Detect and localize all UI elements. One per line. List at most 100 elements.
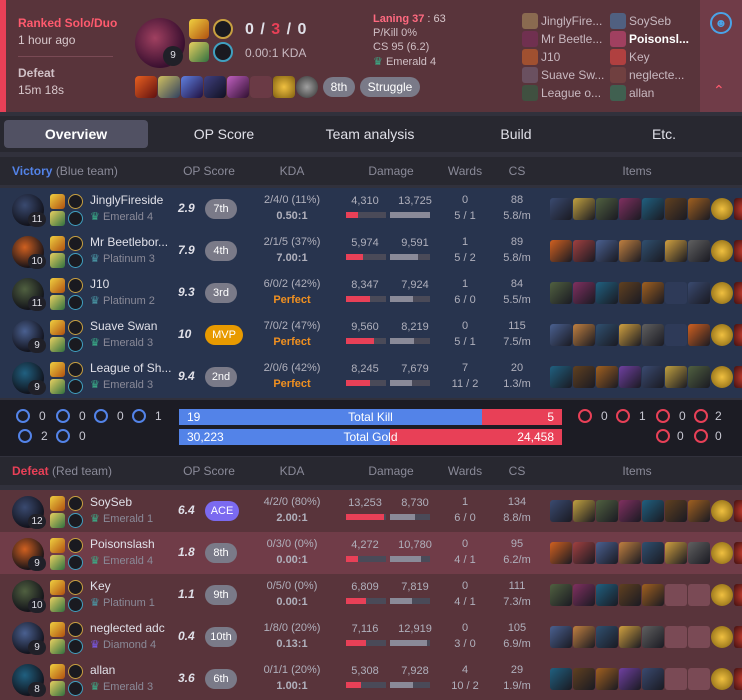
tab-op-score[interactable]: OP Score xyxy=(152,120,296,148)
item-icon[interactable] xyxy=(665,542,687,564)
tab-build[interactable]: Build xyxy=(444,120,588,148)
item-icon[interactable] xyxy=(596,626,618,648)
summoner-spell-icon[interactable] xyxy=(50,513,65,528)
item-icon[interactable] xyxy=(619,542,641,564)
summoner-spell-icon[interactable] xyxy=(50,538,65,553)
item-icon[interactable] xyxy=(573,240,595,262)
summoner-spell-icon[interactable] xyxy=(50,555,65,570)
item-icon[interactable] xyxy=(642,324,664,346)
secondary-rune-icon[interactable] xyxy=(68,639,83,654)
player-row[interactable]: 10 Key ♛ Platinum 1 1.1 9th 0/5/0 (0%) 0… xyxy=(0,574,742,616)
summoner-spell-icon[interactable] xyxy=(50,496,65,511)
keystone-rune-icon[interactable] xyxy=(68,278,83,293)
summoner-name[interactable]: JinglyFireside xyxy=(90,193,172,207)
participant-link[interactable]: Key xyxy=(610,49,698,67)
item-icon[interactable] xyxy=(619,282,641,304)
keystone-rune-icon[interactable] xyxy=(68,664,83,679)
item-icon[interactable] xyxy=(596,542,618,564)
trinket-icon[interactable] xyxy=(711,366,733,388)
player-row[interactable]: 8 allan ♛ Emerald 3 3.6 6th 0/1/1 (20%) … xyxy=(0,658,742,700)
keystone-rune-icon[interactable] xyxy=(68,320,83,335)
item-icon[interactable] xyxy=(619,668,641,690)
item-icon[interactable] xyxy=(550,198,572,220)
chevron-up-icon[interactable]: ⌃ xyxy=(713,82,725,99)
tab-overview[interactable]: Overview xyxy=(4,120,148,148)
item-icon[interactable] xyxy=(688,542,710,564)
item-icon[interactable] xyxy=(619,240,641,262)
summoner-spell-icon[interactable] xyxy=(50,362,65,377)
trinket-icon[interactable] xyxy=(711,584,733,606)
item-icon[interactable] xyxy=(596,584,618,606)
item-icon[interactable] xyxy=(688,240,710,262)
item-icon[interactable] xyxy=(665,366,687,388)
keystone-rune-icon[interactable] xyxy=(68,538,83,553)
item-icon[interactable] xyxy=(596,366,618,388)
item-icon[interactable] xyxy=(573,198,595,220)
secondary-rune-icon[interactable] xyxy=(68,513,83,528)
secondary-rune-icon[interactable] xyxy=(68,379,83,394)
item-icon[interactable] xyxy=(688,198,710,220)
item-icon[interactable] xyxy=(642,542,664,564)
item-icon[interactable] xyxy=(550,324,572,346)
summoner-spell-icon[interactable] xyxy=(50,194,65,209)
item-icon[interactable] xyxy=(227,76,249,98)
keystone-rune-icon[interactable] xyxy=(68,362,83,377)
summoner-spell-icon[interactable] xyxy=(50,236,65,251)
item-icon[interactable] xyxy=(135,76,157,98)
tab-etc[interactable]: Etc. xyxy=(592,120,736,148)
player-row[interactable]: 12 SoySeb ♛ Emerald 1 6.4 ACE 4/2/0 (80%… xyxy=(0,490,742,532)
summoner-name[interactable]: Poisonslash xyxy=(90,537,172,551)
player-row[interactable]: 9 neglected adc ♛ Diamond 4 0.4 10th 1/8… xyxy=(0,616,742,658)
item-icon[interactable] xyxy=(596,668,618,690)
item-icon[interactable] xyxy=(642,584,664,606)
summoner-spell-icon[interactable] xyxy=(50,622,65,637)
item-icon[interactable] xyxy=(573,366,595,388)
item-icon[interactable] xyxy=(642,198,664,220)
trinket-icon[interactable] xyxy=(711,626,733,648)
item-icon[interactable] xyxy=(619,198,641,220)
item-icon[interactable] xyxy=(665,198,687,220)
item-icon[interactable] xyxy=(665,500,687,522)
item-icon[interactable] xyxy=(642,668,664,690)
participant-link-self[interactable]: Poisonsl... xyxy=(610,31,698,49)
summoner-name[interactable]: allan xyxy=(90,663,172,677)
item-icon[interactable] xyxy=(550,626,572,648)
secondary-rune-icon[interactable] xyxy=(68,681,83,696)
item-icon[interactable] xyxy=(642,282,664,304)
summoner-spell-icon[interactable] xyxy=(50,379,65,394)
trinket-icon[interactable] xyxy=(711,542,733,564)
keystone-rune-icon[interactable] xyxy=(68,496,83,511)
item-icon[interactable] xyxy=(573,668,595,690)
flash-spell-icon[interactable] xyxy=(189,19,209,39)
secondary-rune-icon[interactable] xyxy=(68,253,83,268)
summoner-spell-icon[interactable] xyxy=(50,580,65,595)
item-icon[interactable] xyxy=(550,542,572,564)
summoner-name[interactable]: Mr Beetlebor... xyxy=(90,235,172,249)
participant-link[interactable]: J10 xyxy=(522,49,607,67)
participant-link[interactable]: Suave Sw... xyxy=(522,67,607,85)
summoner-spell-icon[interactable] xyxy=(50,639,65,654)
item-icon[interactable] xyxy=(550,584,572,606)
item-icon[interactable] xyxy=(573,282,595,304)
participant-link[interactable]: JinglyFire... xyxy=(522,13,607,31)
player-row[interactable]: 10 Mr Beetlebor... ♛ Platinum 3 7.9 4th … xyxy=(0,230,742,272)
participant-link[interactable]: allan xyxy=(610,85,698,103)
participant-link[interactable]: Mr Beetle... xyxy=(522,31,607,49)
trinket-icon[interactable] xyxy=(273,76,295,98)
secondary-rune-icon[interactable] xyxy=(68,555,83,570)
trinket-icon[interactable] xyxy=(711,500,733,522)
opgg-logo-icon[interactable]: ☻ xyxy=(710,12,732,34)
trinket-icon[interactable] xyxy=(711,240,733,262)
trinket-icon[interactable] xyxy=(711,198,733,220)
item-icon[interactable] xyxy=(596,282,618,304)
keystone-rune-icon[interactable] xyxy=(68,236,83,251)
summoner-spell-icon[interactable] xyxy=(50,337,65,352)
summoner-name[interactable]: League of Sh... xyxy=(90,361,172,375)
summoner-spell-icon[interactable] xyxy=(50,320,65,335)
tag-badge[interactable]: Struggle xyxy=(360,77,420,97)
player-row[interactable]: 11 JinglyFireside ♛ Emerald 4 2.9 7th 2/… xyxy=(0,188,742,230)
summoner-spell-icon[interactable] xyxy=(50,597,65,612)
item-icon[interactable] xyxy=(158,76,180,98)
summoner-spell-icon[interactable] xyxy=(50,681,65,696)
item-icon[interactable] xyxy=(550,668,572,690)
